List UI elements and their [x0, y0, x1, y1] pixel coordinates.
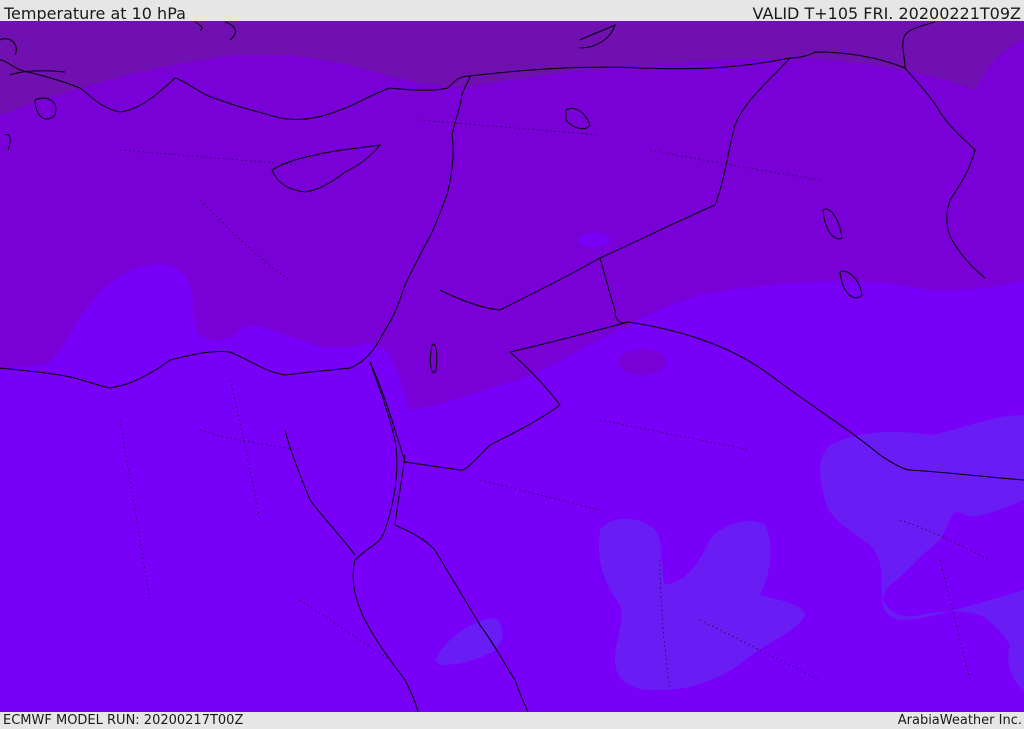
- footer-bar: ECMWF MODEL RUN: 20200217T00Z ArabiaWeat…: [0, 712, 1024, 729]
- header-bar: Temperature at 10 hPa VALID T+105 FRI. 2…: [0, 0, 1024, 23]
- weather-map-frame: Temperature at 10 hPa VALID T+105 FRI. 2…: [0, 0, 1024, 729]
- field-blob-small: [578, 233, 610, 247]
- model-run-label: ECMWF MODEL RUN: 20200217T00Z: [3, 713, 244, 728]
- temperature-map: [0, 21, 1024, 712]
- credit-label: ArabiaWeather Inc.: [897, 713, 1022, 728]
- field-blob-dark: [618, 349, 666, 375]
